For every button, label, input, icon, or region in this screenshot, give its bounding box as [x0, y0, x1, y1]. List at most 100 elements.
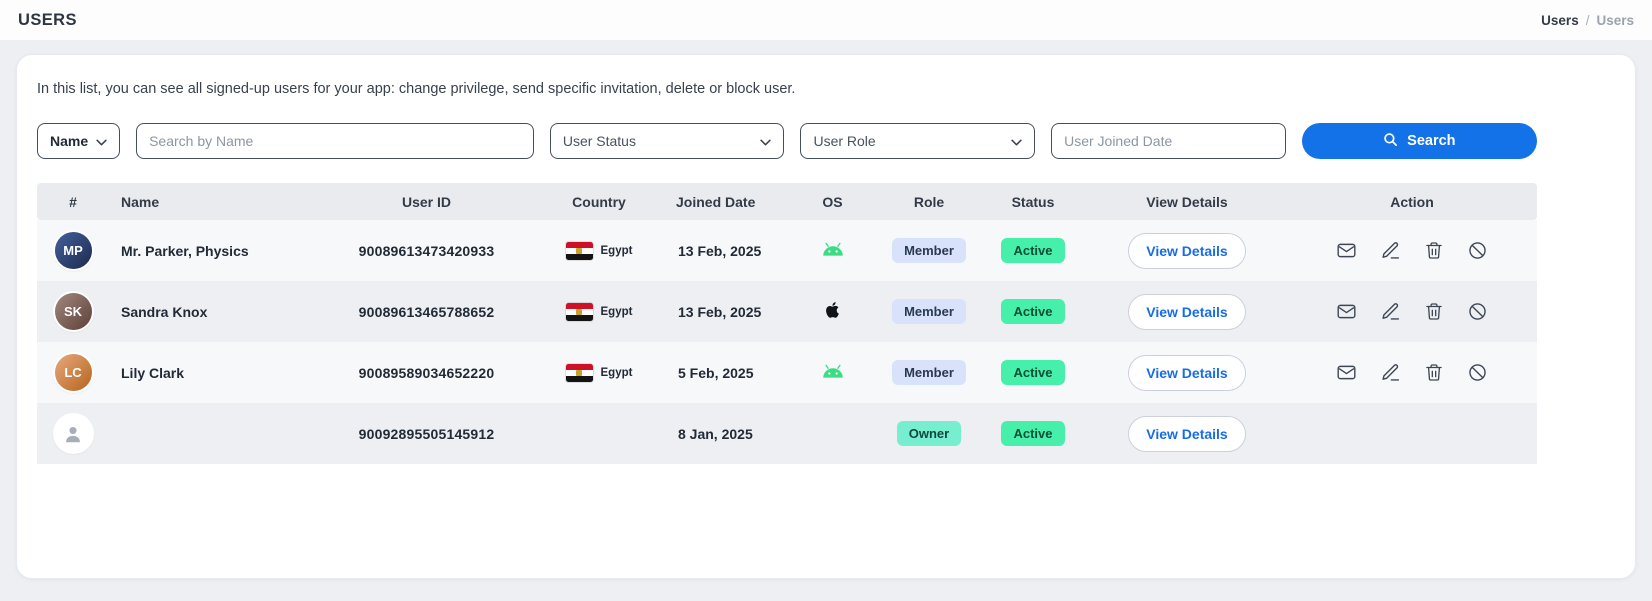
search-button[interactable]: Search — [1302, 123, 1537, 159]
country-label: Egypt — [601, 367, 633, 379]
users-card: In this list, you can see all signed-up … — [16, 54, 1636, 579]
table-header-row: # Name User ID Country Joined Date OS Ro… — [37, 183, 1537, 220]
table-row: MP Mr. Parker, Physics 90089613473420933… — [37, 220, 1537, 281]
col-header-name: Name — [109, 194, 319, 210]
col-header-role: Role — [879, 194, 979, 210]
delete-icon[interactable] — [1424, 301, 1444, 322]
status-cell: Active — [979, 360, 1087, 385]
view-details-cell: View Details — [1087, 416, 1287, 452]
search-field-selector-value: Name — [50, 133, 88, 149]
role-badge: Member — [892, 360, 966, 385]
view-details-button[interactable]: View Details — [1128, 294, 1246, 330]
col-header-index: # — [37, 194, 109, 210]
egypt-flag-icon — [566, 364, 593, 382]
country-label: Egypt — [601, 306, 633, 318]
view-details-button[interactable]: View Details — [1128, 355, 1246, 391]
edit-icon[interactable] — [1380, 362, 1401, 383]
user-name: Sandra Knox — [109, 304, 319, 320]
joined-date: 8 Jan, 2025 — [664, 426, 786, 442]
user-role-select-value: User Role — [813, 133, 875, 149]
top-bar: USERS Users / Users — [0, 0, 1652, 40]
col-header-joined-date: Joined Date — [664, 194, 786, 210]
edit-icon[interactable] — [1380, 240, 1401, 261]
block-icon[interactable] — [1467, 362, 1488, 383]
status-cell: Active — [979, 299, 1087, 324]
page-title: USERS — [18, 11, 77, 30]
search-icon — [1383, 132, 1398, 151]
view-details-cell: View Details — [1087, 233, 1287, 269]
status-badge: Active — [1001, 421, 1064, 446]
delete-icon[interactable] — [1424, 240, 1444, 261]
breadcrumb-separator: / — [1586, 13, 1590, 28]
breadcrumb-link-users[interactable]: Users — [1541, 13, 1579, 28]
user-name: Lily Clark — [109, 365, 319, 381]
table-row: 90092895505145912 8 Jan, 2025 Owner Acti… — [37, 403, 1537, 464]
role-badge: Member — [892, 238, 966, 263]
email-icon[interactable] — [1336, 301, 1357, 322]
email-icon[interactable] — [1336, 240, 1357, 261]
joined-date: 13 Feb, 2025 — [664, 243, 786, 259]
col-header-action: Action — [1287, 194, 1537, 210]
joined-date: 13 Feb, 2025 — [664, 304, 786, 320]
egypt-flag-icon — [566, 303, 593, 321]
os-cell — [786, 300, 879, 323]
view-details-cell: View Details — [1087, 294, 1287, 330]
user-id: 90089589034652220 — [319, 365, 534, 381]
user-role-select[interactable]: User Role — [800, 123, 1035, 159]
role-cell: Member — [879, 299, 979, 324]
country-cell: Egypt — [534, 364, 664, 382]
table-row: SK Sandra Knox 90089613465788652 Egypt 1… — [37, 281, 1537, 342]
avatar: SK — [37, 293, 109, 330]
user-id: 90089613465788652 — [319, 304, 534, 320]
os-cell — [786, 242, 879, 260]
breadcrumb-current: Users — [1596, 13, 1634, 28]
col-header-country: Country — [534, 194, 664, 210]
user-id: 90089613473420933 — [319, 243, 534, 259]
view-details-button[interactable]: View Details — [1128, 233, 1246, 269]
role-cell: Member — [879, 238, 979, 263]
breadcrumb: Users / Users — [1541, 13, 1634, 28]
status-cell: Active — [979, 421, 1087, 446]
user-id: 90092895505145912 — [319, 426, 534, 442]
role-cell: Member — [879, 360, 979, 385]
country-label: Egypt — [601, 245, 633, 257]
status-badge: Active — [1001, 299, 1064, 324]
edit-icon[interactable] — [1380, 301, 1401, 322]
apple-icon — [824, 307, 841, 323]
country-cell: Egypt — [534, 303, 664, 321]
android-icon — [820, 366, 846, 382]
egypt-flag-icon — [566, 242, 593, 260]
users-table: # Name User ID Country Joined Date OS Ro… — [37, 183, 1537, 464]
chevron-down-icon — [96, 133, 107, 149]
status-badge: Active — [1001, 360, 1064, 385]
search-field-selector[interactable]: Name — [37, 123, 120, 159]
col-header-user-id: User ID — [319, 194, 534, 210]
search-input[interactable] — [136, 123, 534, 159]
table-row: LC Lily Clark 90089589034652220 Egypt 5 … — [37, 342, 1537, 403]
user-status-select[interactable]: User Status — [550, 123, 785, 159]
avatar — [37, 415, 109, 452]
avatar-placeholder-icon — [55, 415, 92, 452]
col-header-os: OS — [786, 194, 879, 210]
delete-icon[interactable] — [1424, 362, 1444, 383]
filter-bar: Name User Status User Role Search — [37, 123, 1537, 159]
user-name: Mr. Parker, Physics — [109, 243, 319, 259]
android-icon — [820, 244, 846, 260]
country-cell: Egypt — [534, 242, 664, 260]
email-icon[interactable] — [1336, 362, 1357, 383]
joined-date: 5 Feb, 2025 — [664, 365, 786, 381]
view-details-cell: View Details — [1087, 355, 1287, 391]
action-cell — [1287, 362, 1537, 383]
chevron-down-icon — [760, 133, 771, 149]
role-cell: Owner — [879, 421, 979, 446]
action-cell — [1287, 301, 1537, 322]
chevron-down-icon — [1011, 133, 1022, 149]
view-details-button[interactable]: View Details — [1128, 416, 1246, 452]
col-header-status: Status — [979, 194, 1087, 210]
block-icon[interactable] — [1467, 301, 1488, 322]
joined-date-input[interactable] — [1051, 123, 1286, 159]
os-cell — [786, 364, 879, 382]
block-icon[interactable] — [1467, 240, 1488, 261]
user-status-select-value: User Status — [563, 133, 636, 149]
role-badge: Owner — [897, 421, 961, 446]
